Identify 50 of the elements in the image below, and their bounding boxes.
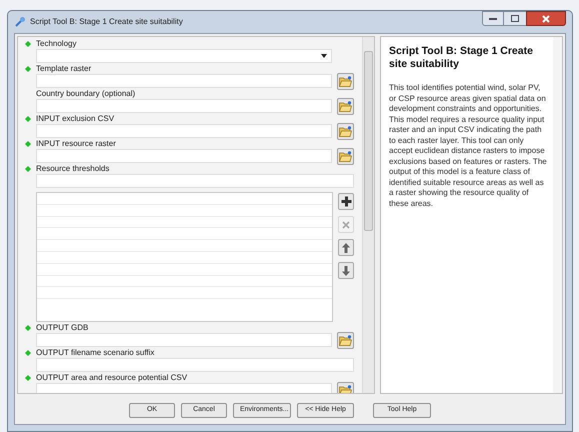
parameter-label: Resource thresholds [36,164,110,174]
browse-button[interactable] [337,332,354,348]
maximize-icon [511,15,519,22]
input-field[interactable] [36,333,332,347]
parameter-label: OUTPUT area and resource potential CSV [36,373,188,383]
minimize-button[interactable] [482,11,504,26]
parameter-label: Technology [36,39,76,49]
dropdown-arrow-icon [321,54,327,58]
window-title: Script Tool B: Stage 1 Create site suitability [30,16,184,28]
help-title: Script Tool B: Stage 1 Create site suitability [389,45,534,71]
browse-button[interactable] [337,148,354,164]
folder-icon [339,334,352,346]
browse-button[interactable] [337,98,354,114]
down-row-button[interactable] [338,262,354,279]
parameter-label: Template raster [36,64,92,74]
folder-icon [339,100,352,112]
input-field[interactable] [36,124,332,138]
input-field[interactable] [36,99,332,113]
dropdown[interactable] [36,49,332,63]
up-arrow-icon [342,242,350,252]
up-row-button[interactable] [338,239,354,256]
input-field[interactable] [36,149,332,163]
plus-icon [340,196,352,207]
maximize-button[interactable] [504,11,526,26]
close-icon [542,14,550,22]
scrollbar[interactable] [553,37,562,393]
value-table[interactable] [36,192,333,322]
parameter-label: INPUT resource raster [36,139,116,149]
help-description: This tool identifies potential wind, solar PV, or CSP resource areas given spatial data on development constraints and opportunities. This model requires a resource quality input raster and an input CSV indicating the path to each raster layer. This tool can only accept euclidean distance rasters to impose exclusions based on features or rasters. The output of this model is a feature class of identified suitable resource areas as well as a raster showing the resource quality of these areas. [389,83,548,209]
parameter-label: OUTPUT GDB [36,323,88,333]
parameter-label: Country boundary (optional) [36,89,136,99]
folder-icon [339,76,352,86]
input-field[interactable] [36,74,332,88]
parameter-label: OUTPUT filename scenario suffix [36,348,154,358]
tool-icon [14,16,26,28]
scrollbar[interactable] [362,37,374,393]
folder-icon [339,126,352,136]
folder-icon [339,150,352,162]
input-field[interactable] [36,383,332,393]
browse-button[interactable] [337,72,354,90]
close-button[interactable] [526,11,566,26]
parameter-label: INPUT exclusion CSV [36,114,114,124]
close-icon [342,220,350,228]
browse-button[interactable] [337,122,354,140]
minimize-icon [489,17,497,20]
folder-icon [339,384,352,393]
input-field[interactable] [36,174,354,188]
input-field[interactable] [36,358,354,372]
add-row-button[interactable] [338,193,354,210]
down-arrow-icon [342,266,350,276]
